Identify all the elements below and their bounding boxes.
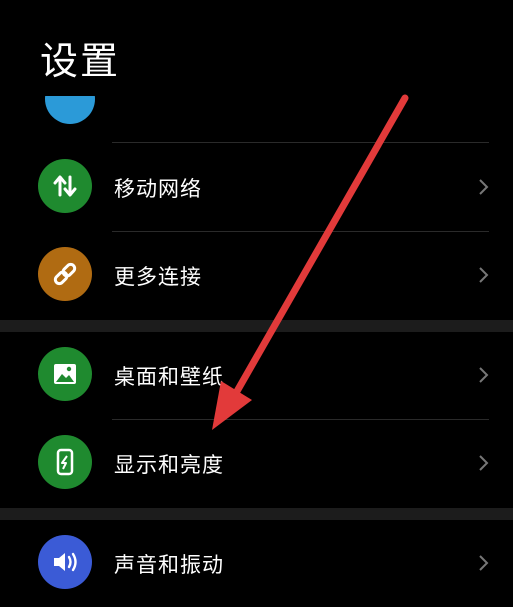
divider [112,231,489,232]
divider [112,419,489,420]
settings-item-label: 移动网络 [114,177,202,201]
section-separator [0,320,513,332]
chevron-right-icon [479,555,489,571]
settings-item-label: 桌面和壁纸 [114,365,224,389]
settings-item-sound-vibration[interactable]: 声音和振动 [0,521,513,607]
settings-item-mobile-network[interactable]: 移动网络 [0,145,513,231]
section-separator [0,508,513,520]
link-icon [38,247,92,301]
chevron-right-icon [479,367,489,383]
chevron-right-icon [479,267,489,283]
chevron-right-icon [479,179,489,195]
partial-setting-icon [45,96,95,126]
speaker-icon [38,535,92,589]
settings-item-label: 显示和亮度 [114,453,224,477]
up-down-arrows-icon [38,159,92,213]
settings-item-more-connections[interactable]: 更多连接 [0,233,513,319]
settings-item-label: 声音和振动 [114,553,224,577]
page-title: 设置 [40,39,121,83]
settings-item-label: 更多连接 [114,265,202,289]
settings-item-wallpaper[interactable]: 桌面和壁纸 [0,333,513,419]
settings-item-display-brightness[interactable]: 显示和亮度 [0,421,513,507]
phone-brightness-icon [38,435,92,489]
chevron-right-icon [479,455,489,471]
divider [112,142,489,143]
image-icon [38,347,92,401]
